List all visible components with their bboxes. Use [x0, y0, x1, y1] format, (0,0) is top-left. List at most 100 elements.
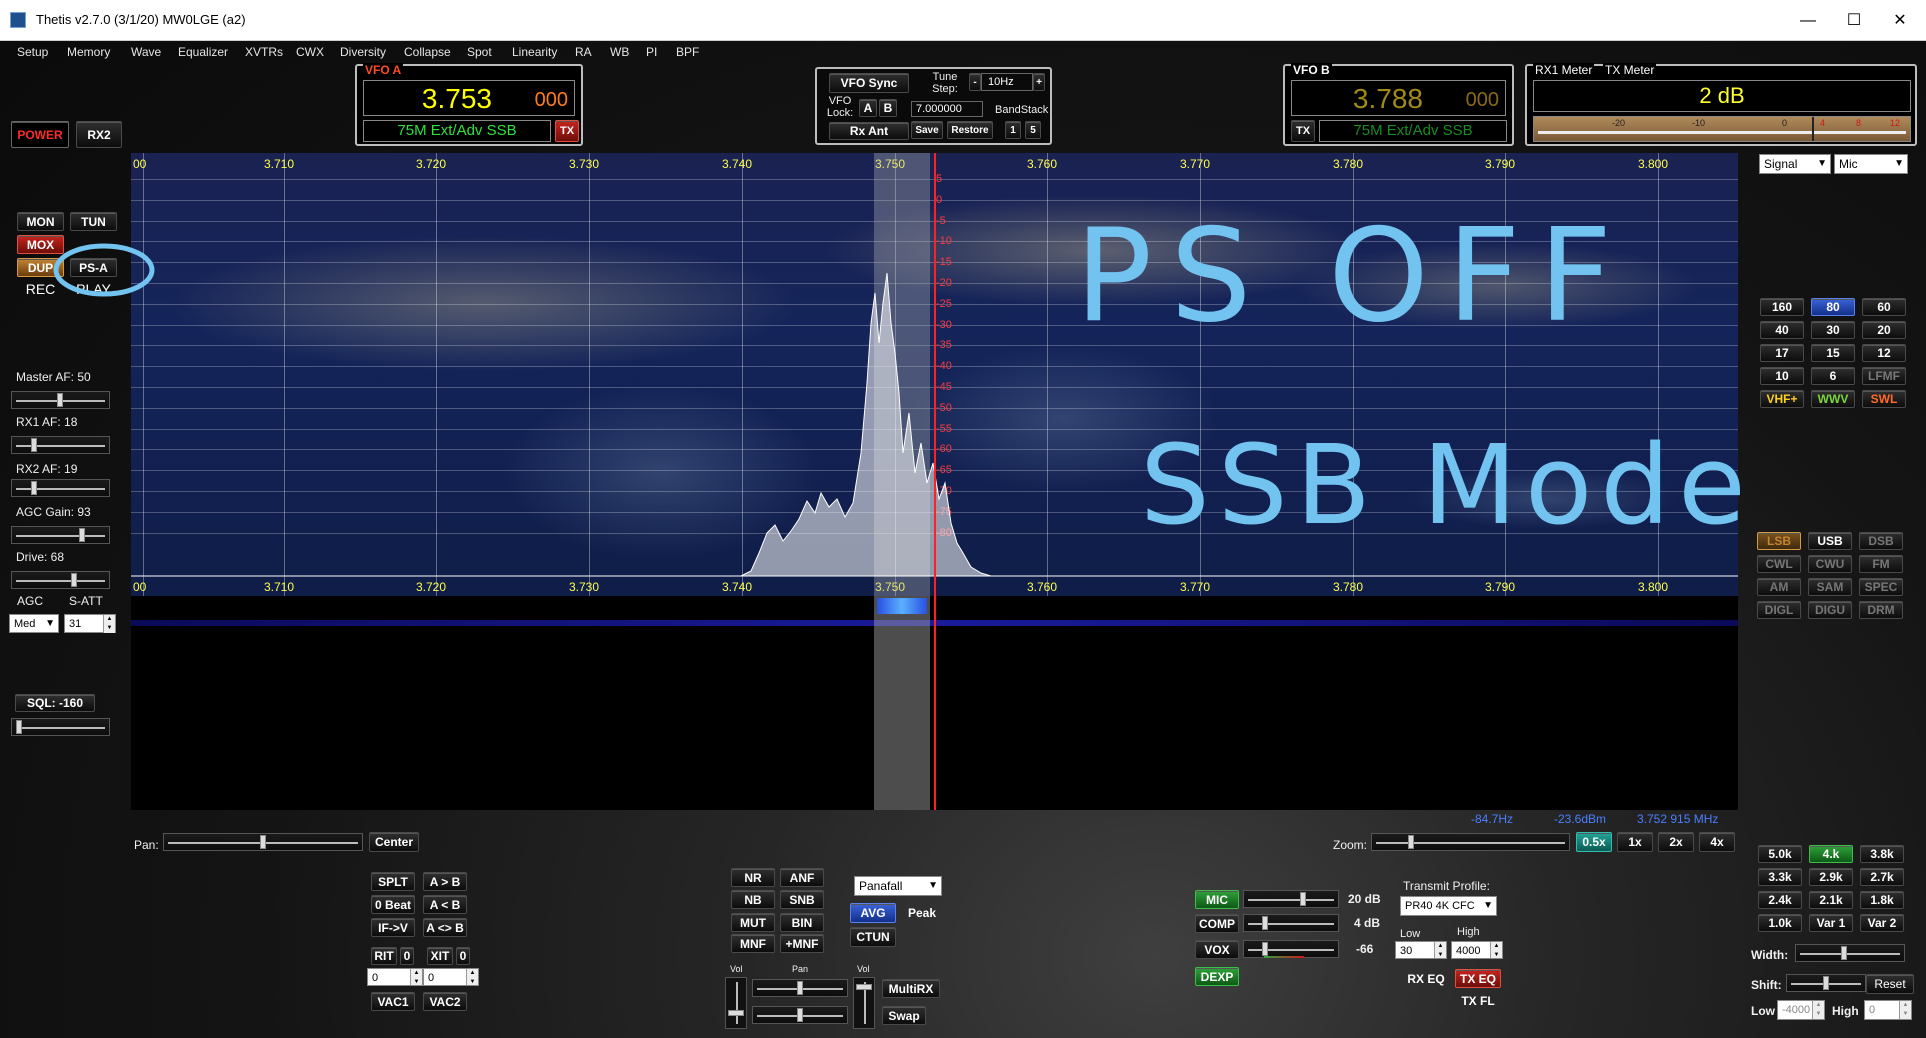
- a-swap-b-button[interactable]: A <> B: [423, 918, 467, 937]
- rit-spinner[interactable]: 0 ▲ ▼: [367, 968, 423, 986]
- tx-low-spinner[interactable]: 30 ▲ ▼: [1395, 941, 1447, 959]
- master-af-slider[interactable]: [11, 391, 110, 409]
- menu-spot[interactable]: Spot: [467, 42, 492, 62]
- band-button-17[interactable]: 17: [1760, 344, 1804, 362]
- vfo-lock-a[interactable]: A: [859, 99, 877, 117]
- tune-step-minus[interactable]: -: [969, 73, 981, 91]
- filter-button-1-0k[interactable]: 1.0k: [1758, 914, 1802, 932]
- filter-button-2-7k[interactable]: 2.7k: [1860, 868, 1904, 886]
- mode-button-digu[interactable]: DIGU: [1808, 601, 1852, 619]
- vfo-lock-b[interactable]: B: [879, 99, 897, 117]
- mode-button-dsb[interactable]: DSB: [1859, 532, 1903, 550]
- mute-button[interactable]: MUT: [731, 913, 775, 932]
- spin-arrows-icon[interactable]: ▲ ▼: [1899, 1001, 1911, 1019]
- mode-button-am[interactable]: AM: [1757, 578, 1801, 596]
- avg-button[interactable]: AVG: [850, 903, 896, 923]
- mode-button-sam[interactable]: SAM: [1808, 578, 1852, 596]
- rit-button[interactable]: RIT: [371, 947, 397, 965]
- rit-clear-button[interactable]: 0: [400, 947, 414, 965]
- dexp-button[interactable]: DEXP: [1195, 967, 1239, 986]
- mode-button-cwl[interactable]: CWL: [1757, 555, 1801, 573]
- filter-high-spinner[interactable]: 0 ▲ ▼: [1864, 1000, 1912, 1020]
- band-button-15[interactable]: 15: [1811, 344, 1855, 362]
- band-button-lfmf[interactable]: LFMF: [1862, 367, 1906, 385]
- mode-button-fm[interactable]: FM: [1859, 555, 1903, 573]
- swap-button[interactable]: Swap: [882, 1006, 926, 1025]
- filter-button-var-2[interactable]: Var 2: [1860, 914, 1904, 932]
- bandstack-1[interactable]: 1: [1005, 121, 1021, 139]
- vox-button[interactable]: VOX: [1195, 940, 1239, 959]
- peak-button[interactable]: Peak: [900, 903, 944, 923]
- bandstack-5[interactable]: 5: [1025, 121, 1041, 139]
- tx-high-spinner[interactable]: 4000 ▲ ▼: [1451, 941, 1503, 959]
- menu-pi[interactable]: PI: [646, 42, 657, 62]
- band-button-6[interactable]: 6: [1811, 367, 1855, 385]
- band-button-12[interactable]: 12: [1862, 344, 1906, 362]
- plus-mnf-button[interactable]: +MNF: [780, 934, 824, 953]
- mic-button[interactable]: MIC: [1195, 890, 1239, 909]
- vfo-a-tx-button[interactable]: TX: [555, 120, 579, 142]
- center-button[interactable]: Center: [369, 832, 419, 852]
- menu-diversity[interactable]: Diversity: [340, 42, 386, 62]
- snb-button[interactable]: SNB: [780, 890, 824, 909]
- comp-slider[interactable]: [1243, 914, 1339, 932]
- zero-beat-button[interactable]: 0 Beat: [371, 895, 415, 914]
- a-to-b-button[interactable]: A > B: [423, 872, 467, 891]
- waterfall-display[interactable]: [131, 596, 1738, 810]
- tx-eq-button[interactable]: TX EQ: [1455, 969, 1501, 988]
- if-to-v-button[interactable]: IF->V: [371, 918, 415, 937]
- agc-gain-slider[interactable]: [11, 526, 110, 544]
- split-button[interactable]: SPLT: [371, 872, 415, 891]
- mon-button[interactable]: MON: [17, 212, 64, 231]
- spin-arrows-icon[interactable]: ▲ ▼: [410, 969, 422, 985]
- anf-button[interactable]: ANF: [780, 868, 824, 887]
- zoom-2x-button[interactable]: 2x: [1658, 832, 1694, 852]
- zoom-1x-button[interactable]: 1x: [1617, 832, 1653, 852]
- menu-collapse[interactable]: Collapse: [404, 42, 451, 62]
- xit-spinner[interactable]: 0 ▲ ▼: [423, 968, 479, 986]
- nb-button[interactable]: NB: [731, 890, 775, 909]
- filter-button-3-3k[interactable]: 3.3k: [1758, 868, 1802, 886]
- close-button[interactable]: ✕: [1877, 6, 1923, 36]
- vfo-b-display[interactable]: 3.788 000: [1291, 80, 1506, 116]
- filter-button-3-8k[interactable]: 3.8k: [1860, 845, 1904, 863]
- transmit-profile-select[interactable]: PR40 4K CFC ▼: [1400, 896, 1497, 916]
- zoom-slider[interactable]: [1371, 833, 1570, 851]
- menu-equalizer[interactable]: Equalizer: [178, 42, 228, 62]
- band-button-60[interactable]: 60: [1862, 298, 1906, 316]
- s-att-spinner[interactable]: 31 ▲ ▼: [64, 614, 116, 633]
- tune-step-value[interactable]: 10Hz: [981, 73, 1033, 91]
- vox-slider[interactable]: [1243, 940, 1339, 958]
- band-button-20[interactable]: 20: [1862, 321, 1906, 339]
- vfo-sync-button[interactable]: VFO Sync: [829, 73, 909, 93]
- mode-button-drm[interactable]: DRM: [1859, 601, 1903, 619]
- filter-button-1-8k[interactable]: 1.8k: [1860, 891, 1904, 909]
- band-button-30[interactable]: 30: [1811, 321, 1855, 339]
- bin-button[interactable]: BIN: [780, 913, 824, 932]
- vfo-b-tx-button[interactable]: TX: [1291, 120, 1315, 142]
- vfo-lock-freq[interactable]: 7.000000: [911, 101, 983, 117]
- mode-button-lsb[interactable]: LSB: [1757, 532, 1801, 550]
- bandstack-restore[interactable]: Restore: [947, 121, 993, 139]
- minimize-button[interactable]: —: [1785, 6, 1831, 36]
- mic-gain-slider[interactable]: [1243, 890, 1339, 908]
- rx2-pan-slider[interactable]: [752, 1006, 848, 1024]
- menu-xvtrs[interactable]: XVTRs: [245, 42, 283, 62]
- comp-button[interactable]: COMP: [1195, 914, 1239, 933]
- filter-button-2-9k[interactable]: 2.9k: [1809, 868, 1853, 886]
- bandstack-save[interactable]: Save: [911, 121, 943, 139]
- width-slider[interactable]: [1795, 944, 1905, 962]
- mode-button-cwu[interactable]: CWU: [1808, 555, 1852, 573]
- mnf-button[interactable]: MNF: [731, 934, 775, 953]
- menu-bpf[interactable]: BPF: [676, 42, 699, 62]
- spin-arrows-icon[interactable]: ▲ ▼: [103, 615, 115, 633]
- agc-mode-select[interactable]: Med ▼: [9, 614, 59, 633]
- menu-wave[interactable]: Wave: [131, 42, 161, 62]
- vac2-button[interactable]: VAC2: [423, 992, 467, 1011]
- spin-arrows-icon[interactable]: ▲ ▼: [466, 969, 478, 985]
- b-to-a-button[interactable]: A < B: [423, 895, 467, 914]
- zoom-05x-button[interactable]: 0.5x: [1576, 832, 1612, 852]
- band-button-40[interactable]: 40: [1760, 321, 1804, 339]
- mode-button-spec[interactable]: SPEC: [1859, 578, 1903, 596]
- sql-button[interactable]: SQL: -160: [15, 694, 95, 712]
